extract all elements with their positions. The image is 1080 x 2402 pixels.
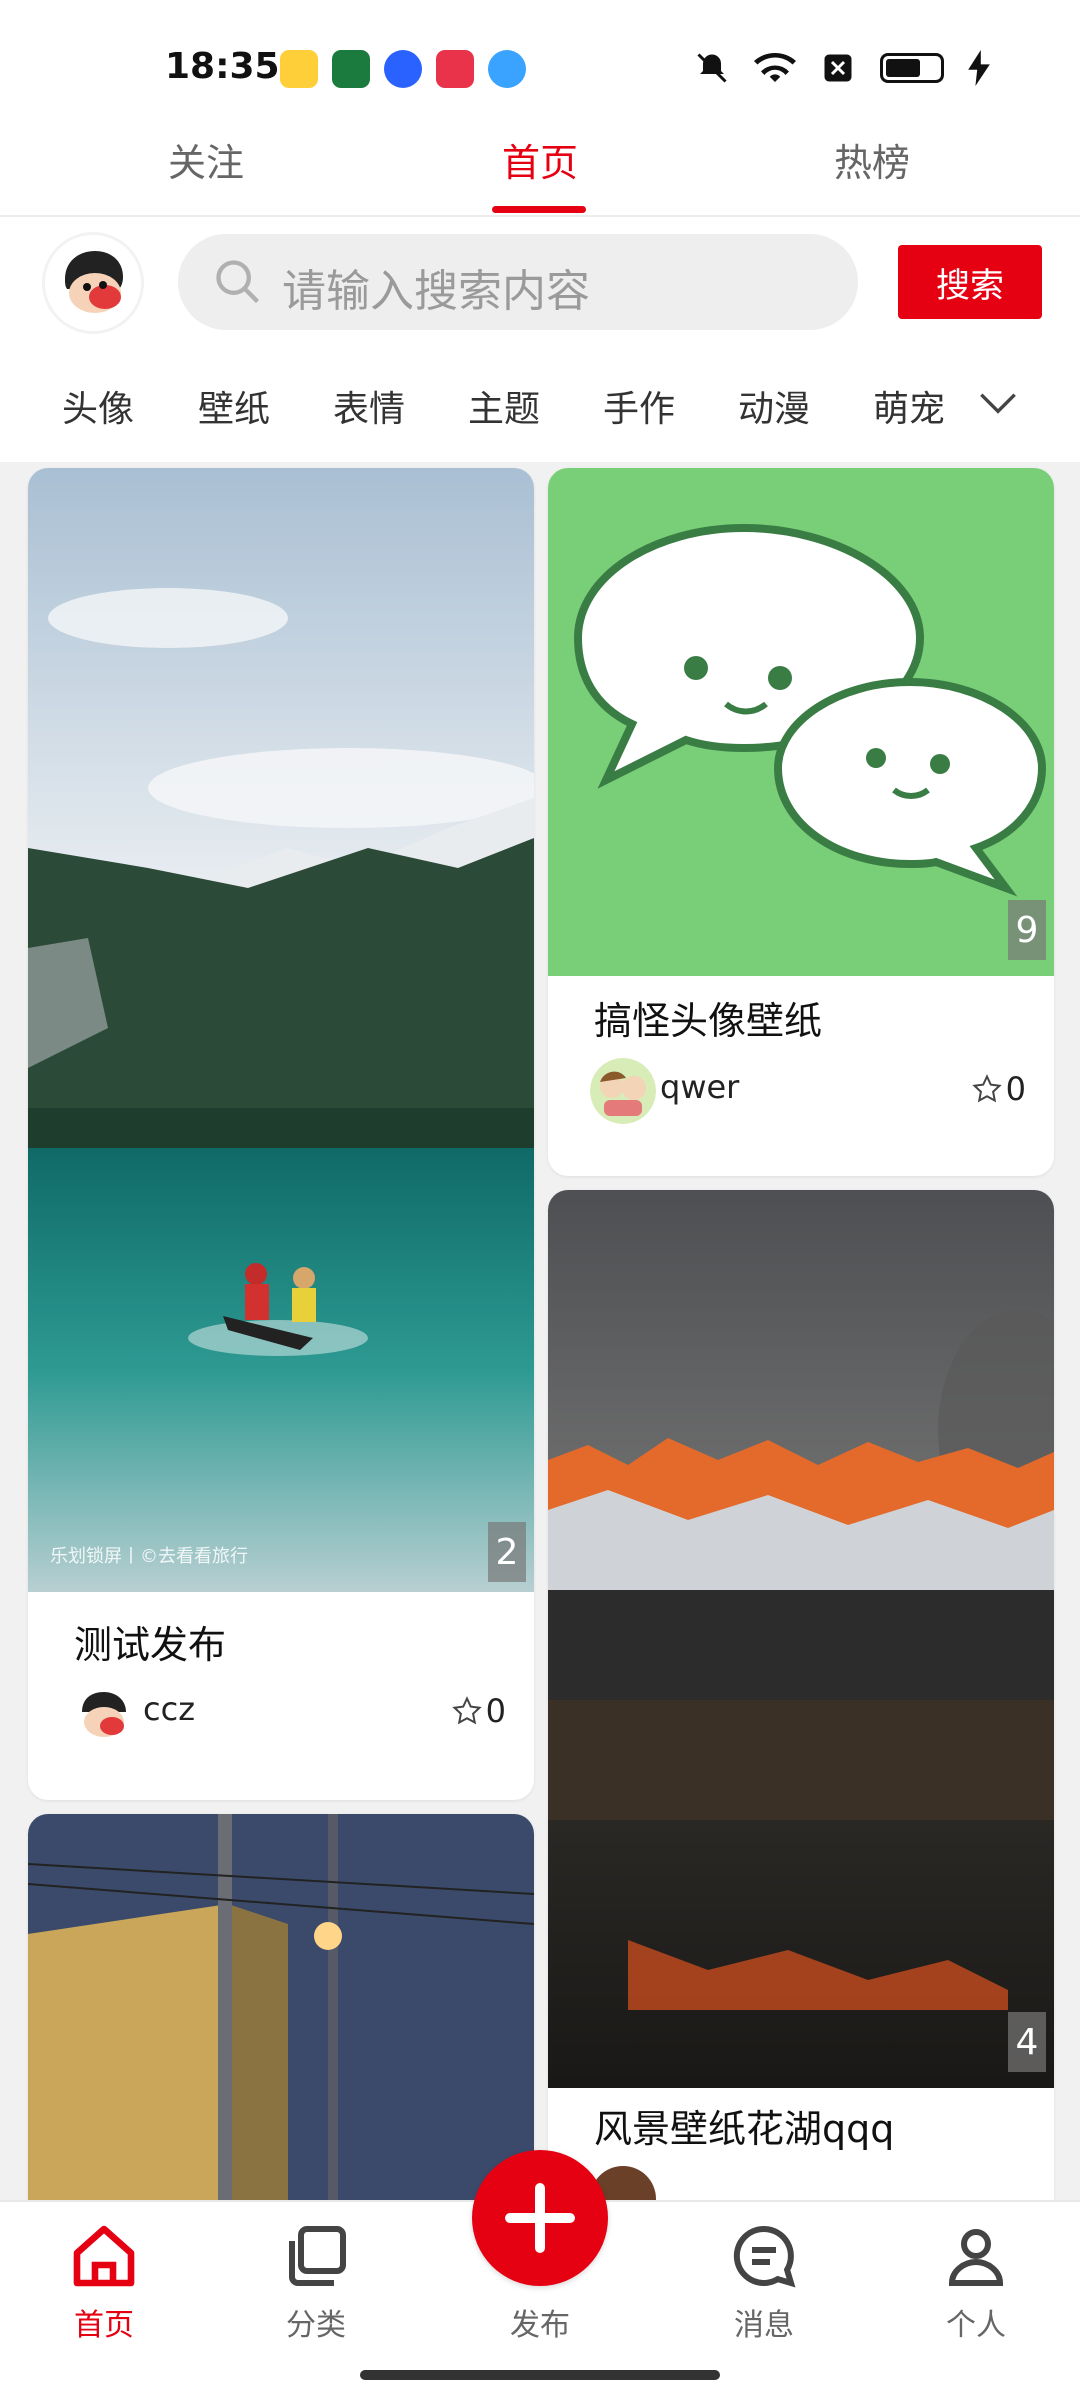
status-time: 18:35 [165, 46, 280, 87]
nav-category[interactable]: 分类 [246, 2220, 386, 2344]
post-image [548, 1190, 1054, 2088]
publish-label: 发布 [510, 2308, 570, 2343]
search-input[interactable]: 请输入搜索内容 [178, 234, 858, 330]
image-count-badge: 2 [488, 1522, 526, 1582]
wifi-icon [754, 52, 796, 82]
post-image [548, 468, 1054, 976]
tab-follow[interactable]: 关注 [168, 132, 244, 187]
post-title: 测试发布 [74, 1623, 227, 1667]
layers-icon [289, 2226, 346, 2286]
image-count-badge: 9 [1008, 900, 1046, 960]
search-button[interactable]: 搜索 [898, 245, 1042, 319]
charging-icon [968, 50, 990, 86]
nav-home[interactable]: 首页 [34, 2220, 174, 2344]
image-watermark: 乐划锁屏丨©去看看旅行 [50, 1546, 248, 1567]
nav-category-label: 分类 [286, 2308, 346, 2343]
post-image [28, 1814, 534, 2200]
post-card[interactable]: 乐划锁屏丨©去看看旅行 2 测试发布 ccz 0 [28, 468, 534, 1800]
mute-bell-icon [697, 53, 727, 83]
post-image: 乐划锁屏丨©去看看旅行 [28, 468, 534, 1592]
oppo-icon [332, 50, 370, 88]
author-name: qwer [660, 1068, 740, 1106]
image-count-badge: 4 [1008, 2012, 1046, 2072]
battery-icon [880, 53, 944, 83]
author-avatar [70, 1682, 136, 1748]
app-icon [488, 50, 526, 88]
nav-home-label: 首页 [74, 2308, 134, 2343]
user-avatar[interactable] [42, 232, 144, 334]
like-count: 0 [1005, 1070, 1026, 1108]
plus-icon [505, 2183, 575, 2253]
chevron-down-icon[interactable] [978, 388, 1018, 418]
home-indicator [360, 2370, 720, 2380]
person-icon [948, 2229, 1004, 2286]
search-icon [216, 260, 260, 304]
post-title: 搞怪头像壁纸 [594, 999, 823, 1043]
category-item[interactable]: 动漫 [738, 380, 810, 432]
category-row: 头像 壁纸 表情 主题 手作 动漫 萌宠 [0, 380, 1080, 440]
post-card[interactable]: 9 搞怪头像壁纸 qwer 0 [548, 468, 1054, 1176]
nav-message-label: 消息 [734, 2308, 794, 2343]
author-name: ccz [143, 1690, 195, 1728]
nav-profile[interactable]: 个人 [906, 2220, 1046, 2344]
category-item[interactable]: 手作 [603, 380, 675, 432]
top-tabs: 关注 首页 热榜 [0, 110, 1080, 217]
tab-hot[interactable]: 热榜 [834, 132, 910, 187]
publish-button[interactable] [472, 2150, 608, 2286]
active-tab-indicator [492, 206, 586, 213]
like-count: 0 [485, 1692, 506, 1730]
like-button[interactable]: 0 [451, 1692, 506, 1730]
home-icon [73, 2225, 135, 2287]
category-item[interactable]: 主题 [468, 380, 540, 432]
status-bar: 18:35 [0, 0, 1080, 110]
feed: 乐划锁屏丨©去看看旅行 2 测试发布 ccz 0 9 搞怪头像壁纸 qwer 0… [0, 462, 1080, 2200]
post-title: 风景壁纸花湖qqq [594, 2107, 895, 2151]
post-card[interactable]: 4 风景壁纸花湖qqq [548, 1190, 1054, 2200]
like-button[interactable]: 0 [971, 1070, 1026, 1108]
tab-home[interactable]: 首页 [502, 132, 578, 187]
no-sim-icon [824, 54, 852, 82]
nav-message[interactable]: 消息 [694, 2220, 834, 2344]
nav-profile-label: 个人 [946, 2308, 1006, 2343]
star-icon [971, 1074, 1002, 1103]
star-icon [451, 1696, 482, 1725]
post-card[interactable] [28, 1814, 534, 2200]
category-item[interactable]: 萌宠 [873, 380, 945, 432]
browser-icon [384, 50, 422, 88]
category-item[interactable]: 壁纸 [198, 380, 270, 432]
search-placeholder: 请输入搜索内容 [282, 266, 590, 317]
weibo-icon [280, 50, 318, 88]
category-item[interactable]: 表情 [333, 380, 405, 432]
video-icon [436, 50, 474, 88]
category-item[interactable]: 头像 [62, 380, 134, 432]
message-icon [733, 2225, 796, 2288]
author-avatar [590, 1058, 656, 1124]
